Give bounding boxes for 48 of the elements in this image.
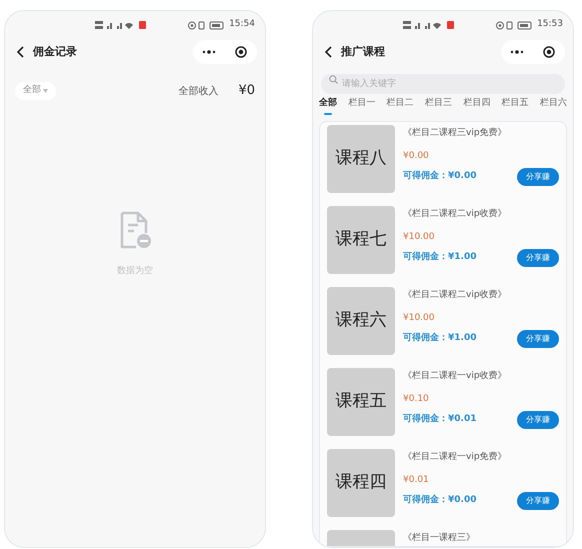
course-price: ¥0.00 — [403, 150, 430, 162]
thumbnail-text: 课程七 — [336, 228, 386, 252]
filter-dropdown[interactable]: 全部 — [15, 82, 56, 100]
course-title: 《栏目二课程二vip收费》 — [403, 208, 508, 221]
commission-text: 可得佣金：¥1.00 — [403, 332, 476, 346]
share-button[interactable]: 分享赚 — [517, 168, 559, 186]
page-title: 佣金记录 — [33, 44, 77, 60]
course-title: 《栏目二课程一vip收费》 — [403, 370, 508, 383]
commission-text: 可得佣金：¥1.00 — [403, 251, 476, 264]
share-button[interactable]: 分享赚 — [517, 492, 559, 510]
share-button[interactable]: 分享赚 — [517, 411, 559, 429]
caret-icon — [43, 89, 48, 93]
thumbnail-text: 课程四 — [336, 471, 386, 494]
category-tab[interactable]: 栏目五 — [502, 95, 529, 113]
commission-text: 可得佣金：¥0.01 — [403, 413, 476, 426]
status-time: 15:54 — [229, 18, 255, 32]
summary-amount: ¥0 — [238, 82, 255, 100]
status-icons — [188, 20, 226, 30]
category-tab[interactable]: 全部 — [319, 95, 337, 113]
course-title: 《栏目一课程三》 — [403, 532, 476, 545]
course-price: ¥10.00 — [403, 312, 436, 324]
search-field[interactable]: 请输入关键字 — [321, 74, 565, 94]
course-title: 《栏目二课程一vip免费》 — [403, 451, 508, 464]
status-time: 15:53 — [537, 18, 563, 32]
course-price: ¥0.01 — [403, 474, 430, 486]
course-price: ¥0.10 — [403, 392, 430, 406]
category-tab[interactable]: 栏目四 — [463, 95, 490, 113]
share-button[interactable]: 分享赚 — [517, 330, 559, 348]
summary-label: 全部收入 — [178, 84, 218, 98]
course-title: 《栏目二课程二vip收费》 — [403, 289, 508, 302]
category-tab[interactable]: 栏目六 — [540, 95, 567, 113]
share-button[interactable]: 分享赚 — [517, 249, 559, 267]
category-tab[interactable]: 栏目一 — [348, 95, 376, 113]
thumbnail-text: 课程八 — [336, 147, 386, 170]
course-price: ¥10.00 — [403, 230, 436, 244]
page-title: 推广课程 — [341, 44, 385, 60]
empty-document-icon — [118, 211, 152, 251]
thumbnail-text: 课程五 — [336, 390, 386, 414]
commission-text: 可得佣金：¥0.00 — [403, 170, 476, 184]
commission-text: 可得佣金：¥0.00 — [403, 494, 476, 508]
thumbnail-text: 课程六 — [336, 309, 386, 332]
empty-message: 数据为空 — [117, 265, 153, 278]
category-tab[interactable]: 栏目二 — [386, 95, 414, 113]
course-title: 《栏目二课程三vip免费》 — [403, 127, 508, 140]
signal-icons — [403, 20, 457, 30]
category-tab[interactable]: 栏目三 — [424, 95, 452, 113]
status-icons — [496, 20, 534, 30]
signal-icons — [95, 20, 149, 30]
